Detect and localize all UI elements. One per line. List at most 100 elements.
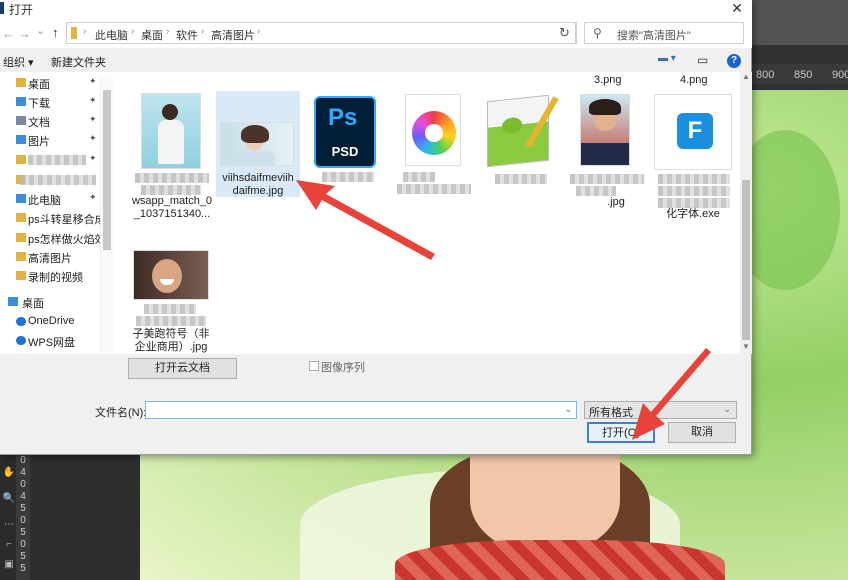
blurred-filename — [658, 198, 730, 208]
ruler-tick: 900 — [832, 69, 848, 81]
ps-vertical-ruler: 0 4 0 4 5 0 5 0 5 5 — [16, 455, 30, 580]
photo-thumbnail — [580, 94, 630, 166]
open-button[interactable]: 打开(O) — [587, 422, 655, 443]
sidebar-item-label: 图片 — [28, 136, 50, 148]
file-name: wsapp_match_0 — [131, 195, 213, 207]
vruler-tick: 5 — [20, 503, 26, 514]
sidebar-item-label: 高清图片 — [28, 253, 72, 265]
file-type-select[interactable]: 所有格式（ ⌄ — [584, 401, 737, 419]
sidebar-item-this-pc[interactable]: 此电脑 ✦ — [0, 190, 100, 208]
blurred-filename — [658, 174, 730, 184]
sidebar-item-label: 录制的视频 — [28, 272, 83, 284]
folder-icon — [71, 27, 77, 39]
forward-arrow-icon[interactable]: → — [18, 26, 31, 41]
sidebar-item-label: WPS网盘 — [28, 337, 76, 349]
scroll-down-icon[interactable]: ▼ — [742, 342, 750, 351]
vruler-tick: 0 — [20, 539, 26, 550]
back-arrow-icon[interactable]: ← — [2, 26, 15, 41]
sidebar-item-folder[interactable]: ps斗转星移合成 — [0, 209, 106, 227]
sidebar-item-pictures[interactable]: 图片 ✦ — [0, 131, 100, 149]
blurred-filename — [135, 173, 209, 183]
nav-scroll-thumb[interactable] — [103, 90, 111, 250]
image-sequence-checkbox[interactable] — [309, 361, 319, 371]
pc-icon — [16, 194, 26, 203]
psd-icon-sub: PSD — [331, 144, 359, 159]
sidebar-item-label: ps怎样做火焰效 — [28, 234, 106, 246]
open-file-dialog: 打开 ✕ ← → ⌄ ↑ › 此电脑 › 桌面 › 软件 › 高清图片 › ⌄ … — [0, 0, 752, 455]
file-type-value: 所有格式（ — [589, 407, 644, 419]
file-item[interactable]: wsapp_match_0 _1037151340... — [131, 90, 213, 220]
ps-dark-margin — [30, 455, 140, 580]
blurred-filename — [397, 184, 471, 194]
help-icon[interactable]: ? — [727, 54, 741, 68]
psd-file-icon: Ps PSD — [314, 96, 376, 168]
recent-dropdown-icon[interactable]: ⌄ — [36, 24, 45, 37]
file-item[interactable] — [393, 92, 475, 194]
file-item-selected[interactable]: viihsdaifmeviih daifme.jpg — [216, 91, 300, 197]
breadcrumb-item[interactable]: 此电脑 — [95, 27, 128, 43]
file-list-scroll-thumb[interactable] — [742, 180, 750, 340]
wps-cloud-icon — [16, 336, 26, 345]
pin-icon: ✦ — [89, 76, 97, 86]
breadcrumb-item[interactable]: 桌面 — [141, 27, 163, 43]
chevron-down-icon[interactable]: ⌄ — [564, 404, 572, 415]
chevron-right-icon: › — [257, 26, 261, 37]
sidebar-item-label: 此电脑 — [28, 195, 61, 207]
app-icon — [0, 2, 4, 14]
sidebar-item-blurred[interactable] — [0, 171, 100, 189]
sidebar-item-folder[interactable]: 录制的视频 — [0, 267, 100, 285]
scroll-up-icon[interactable]: ▲ — [742, 72, 750, 81]
new-folder-button[interactable]: 新建文件夹 — [51, 54, 106, 70]
folder-icon — [16, 78, 26, 87]
blurred-label — [20, 175, 96, 185]
pictures-folder-icon — [16, 135, 26, 144]
sidebar-item-documents[interactable]: 文档 ✦ — [0, 112, 100, 130]
open-cloud-docs-button[interactable]: 打开云文档 — [128, 358, 237, 379]
blurred-filename — [141, 185, 201, 195]
file-name: 子美跑符号（非 — [132, 328, 210, 340]
file-item[interactable]: .jpg — [566, 92, 648, 208]
file-name: _1037151340... — [133, 208, 211, 220]
file-item[interactable]: F 化字体.exe — [652, 92, 734, 222]
filename-input[interactable]: ⌄ — [145, 401, 577, 419]
chevron-right-icon: › — [83, 26, 87, 37]
sidebar-item-desktop-root[interactable]: 桌面 — [0, 293, 100, 311]
refresh-button[interactable]: ↻ — [553, 22, 577, 44]
file-item[interactable]: Ps PSD — [304, 92, 386, 192]
file-item[interactable]: 子美跑符号（非 企业商用）.jpg — [130, 250, 212, 354]
up-arrow-icon[interactable]: ↑ — [52, 25, 59, 40]
file-name: viihsdaifmeviih — [222, 172, 294, 184]
chevron-right-icon: › — [131, 26, 135, 37]
sidebar-item-blurred[interactable]: ✦ — [0, 151, 100, 169]
ps-horizontal-ruler: 800 850 900 — [750, 64, 848, 84]
breadcrumb-item[interactable]: 软件 — [176, 27, 198, 43]
sidebar-item-folder[interactable]: ps怎样做火焰效 — [0, 229, 106, 247]
sidebar-item-label: 桌面 — [28, 79, 50, 91]
sidebar-item-onedrive[interactable]: OneDrive — [0, 313, 100, 331]
ruler-tick: 800 — [756, 69, 775, 81]
cancel-button[interactable]: 取消 — [668, 422, 736, 443]
download-folder-icon — [16, 97, 26, 106]
chevron-down-icon[interactable]: ⌄ — [723, 404, 731, 415]
file-item[interactable] — [481, 92, 563, 192]
breadcrumb-item[interactable]: 高清图片 — [211, 27, 255, 43]
sidebar-item-wps-cloud[interactable]: WPS网盘 — [0, 332, 100, 350]
photo-thumbnail — [133, 250, 209, 300]
folder-icon — [16, 271, 26, 280]
file-label-3png: 3.png — [594, 74, 622, 86]
sidebar-item-desktop[interactable]: 桌面 ✦ — [0, 74, 100, 92]
preview-pane-icon[interactable]: ▭ — [697, 53, 708, 67]
sidebar-item-label: 文档 — [28, 117, 50, 129]
close-button[interactable]: ✕ — [722, 0, 752, 18]
sidebar-item-folder[interactable]: 高清图片 — [0, 248, 100, 266]
organize-menu[interactable]: 组织 ▾ — [3, 54, 34, 70]
sidebar-item-label: ps斗转星移合成 — [28, 214, 106, 226]
exe-file-icon: F — [654, 94, 732, 170]
address-bar[interactable]: › 此电脑 › 桌面 › 软件 › 高清图片 › ⌄ — [66, 22, 607, 44]
view-options-icon[interactable]: ▬ ▾ — [658, 53, 676, 64]
search-input[interactable]: ⚲ 搜索"高清图片" — [584, 22, 744, 44]
folder-icon — [16, 233, 26, 242]
sidebar-item-downloads[interactable]: 下载 ✦ — [0, 93, 100, 111]
photo-thumbnail — [220, 122, 294, 166]
onedrive-icon — [16, 317, 26, 326]
